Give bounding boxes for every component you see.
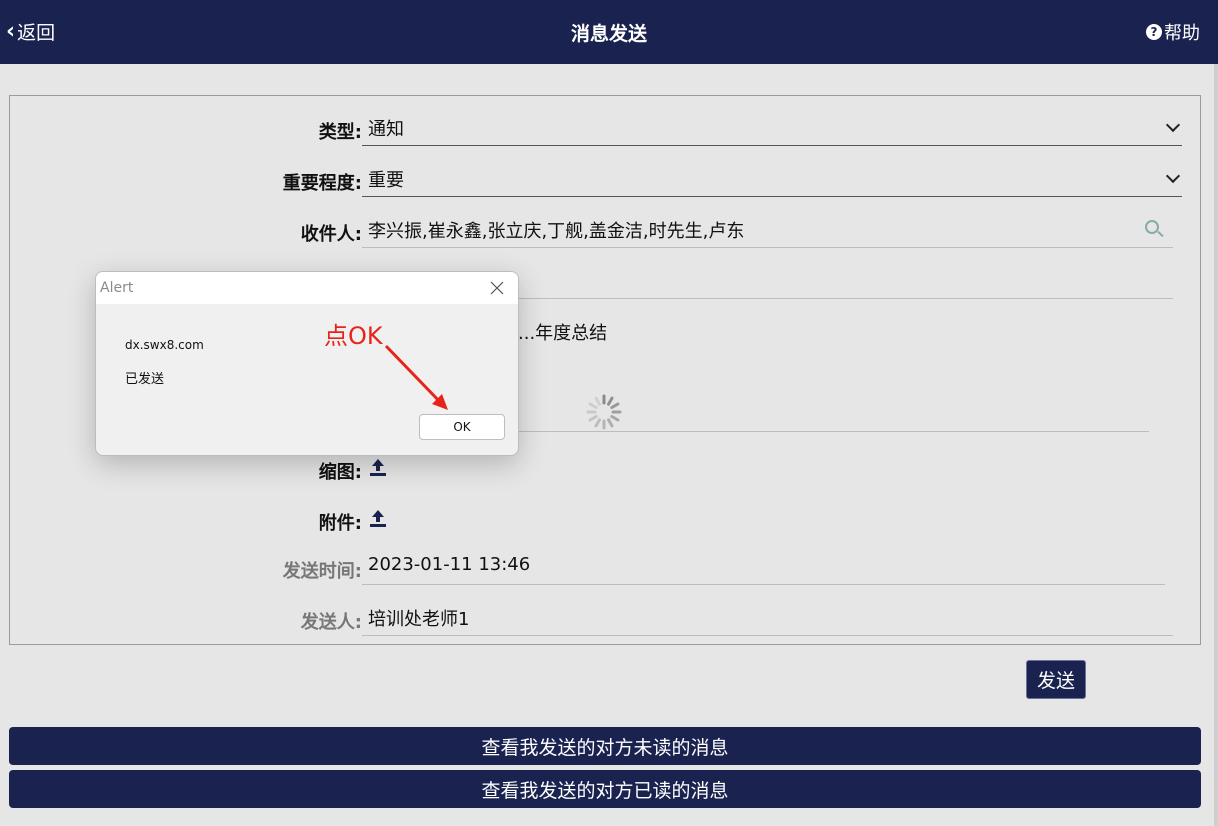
importance-row: 重要程度: 重要 (10, 153, 1184, 197)
page-scrollbar[interactable] (1214, 64, 1218, 826)
sender-label: 发送人: (300, 612, 362, 633)
help-icon: ? (1146, 24, 1162, 40)
send-button[interactable]: 发送 (1026, 660, 1086, 699)
alert-host: dx.swx8.com (125, 338, 204, 352)
type-row: 类型: 通知 (10, 102, 1184, 146)
sender-field: 培训处老师1 (362, 592, 1173, 636)
type-label: 类型: (318, 122, 362, 143)
search-icon[interactable] (1145, 220, 1159, 234)
upload-icon[interactable] (368, 457, 388, 477)
chevron-down-icon (1165, 168, 1181, 184)
send-time-row: 发送时间: 2023-01-11 13:46 (10, 541, 1184, 585)
sender-value: 培训处老师1 (368, 609, 470, 630)
type-value: 通知 (368, 119, 404, 140)
attachment-row: 附件: (10, 493, 1184, 537)
importance-label: 重要程度: (282, 173, 362, 194)
recipients-value: 李兴振,崔永鑫,张立庆,丁舰,盖金洁,时先生,卢东 (368, 221, 745, 242)
importance-value: 重要 (368, 170, 404, 191)
close-icon[interactable] (490, 281, 504, 295)
content-value: ...年度总结 (518, 323, 608, 344)
view-unread-button[interactable]: 查看我发送的对方未读的消息 (9, 727, 1201, 765)
page-title: 消息发送 (570, 23, 647, 45)
alert-title: Alert (100, 280, 134, 296)
chevron-down-icon (1165, 117, 1181, 133)
type-select[interactable]: 通知 (362, 102, 1182, 146)
send-time-field: 2023-01-11 13:46 (362, 541, 1165, 585)
upload-icon[interactable] (368, 508, 388, 528)
app-header: ‹ 返回 消息发送 ? 帮助 (0, 0, 1218, 64)
loading-spinner-icon (586, 394, 622, 430)
alert-titlebar: Alert (96, 272, 518, 304)
recipients-field[interactable]: 李兴振,崔永鑫,张立庆,丁舰,盖金洁,时先生,卢东 (362, 204, 1173, 248)
alert-message: 已发送 (125, 372, 165, 387)
send-time-label: 发送时间: (282, 561, 362, 582)
importance-select[interactable]: 重要 (362, 153, 1182, 197)
sender-row: 发送人: 培训处老师1 (10, 592, 1184, 636)
attachment-label: 附件: (318, 513, 362, 534)
recipients-label: 收件人: (300, 224, 362, 245)
help-label: 帮助 (1164, 23, 1200, 44)
recipients-row: 收件人: 李兴振,崔永鑫,张立庆,丁舰,盖金洁,时先生,卢东 (10, 204, 1184, 248)
view-read-button[interactable]: 查看我发送的对方已读的消息 (9, 770, 1201, 808)
send-time-value: 2023-01-11 13:46 (368, 554, 531, 575)
help-button[interactable]: ? 帮助 (1146, 19, 1200, 45)
thumbnail-label: 缩图: (318, 462, 362, 483)
annotation-arrow-icon (384, 344, 448, 410)
